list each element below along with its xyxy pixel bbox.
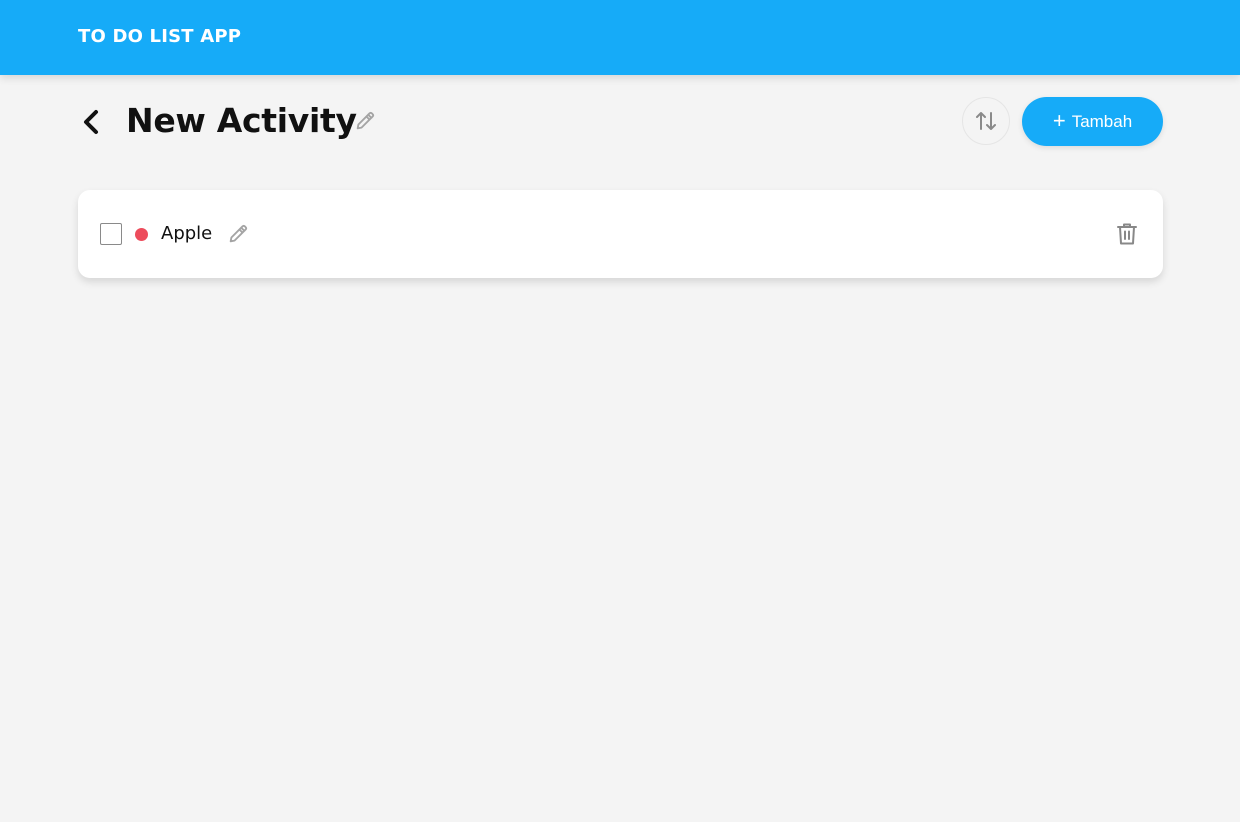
- sort-arrows-icon: [976, 112, 996, 130]
- todo-checkbox[interactable]: [100, 223, 122, 245]
- add-button-label: Tambah: [1071, 111, 1133, 131]
- pencil-icon: [229, 224, 248, 243]
- app-header: TO DO LIST APP: [0, 0, 1240, 75]
- back-button[interactable]: [74, 104, 108, 140]
- app-title: TO DO LIST APP: [78, 26, 242, 47]
- todo-item: Apple: [78, 190, 1163, 278]
- pencil-icon: [356, 111, 375, 130]
- chevron-left-icon: [84, 110, 98, 134]
- todo-list: Apple: [78, 190, 1163, 278]
- edit-activity-title-button[interactable]: [352, 108, 378, 134]
- todo-edit-button[interactable]: [226, 222, 250, 246]
- plus-icon: +: [1052, 107, 1066, 133]
- todo-delete-button[interactable]: [1115, 221, 1139, 247]
- add-button[interactable]: + Tambah: [1022, 97, 1163, 146]
- sort-button[interactable]: [962, 97, 1010, 145]
- priority-indicator: [135, 228, 148, 241]
- trash-icon: [1117, 223, 1137, 245]
- todo-title: Apple: [161, 223, 213, 244]
- activity-title[interactable]: New Activity: [126, 100, 357, 142]
